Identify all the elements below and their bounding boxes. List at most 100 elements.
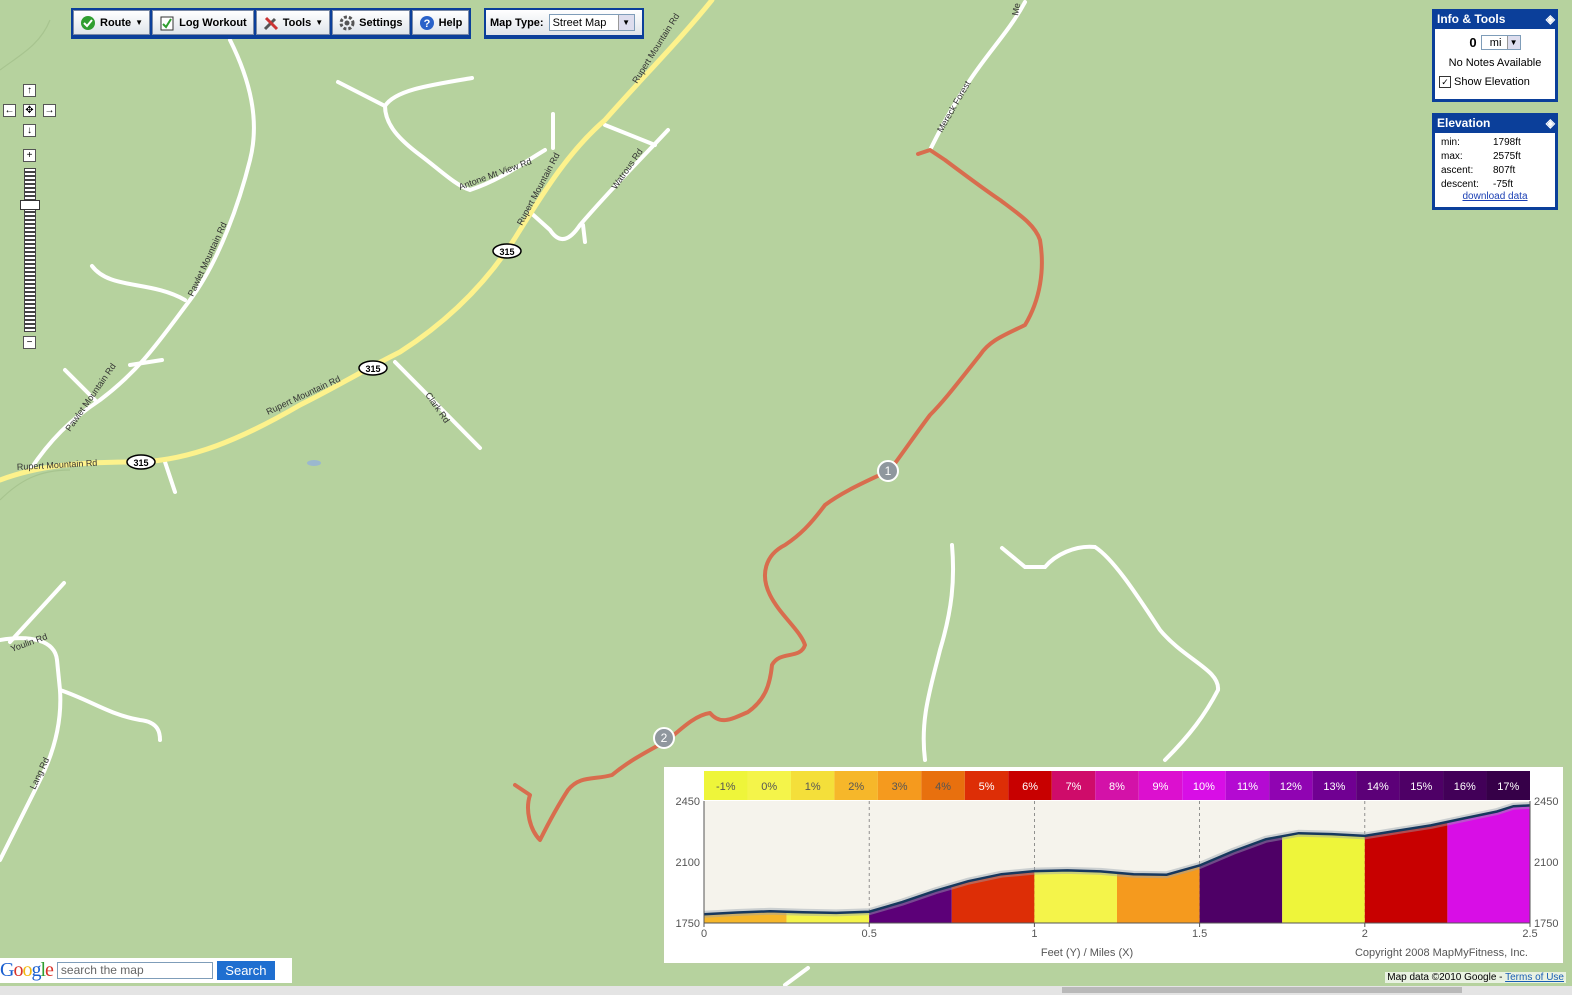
road	[58, 688, 162, 742]
grade-segment	[1034, 870, 1117, 923]
attribution-text: Map data ©2010 Google -	[1387, 972, 1506, 983]
map-attribution: Map data ©2010 Google - Terms of Use	[1385, 972, 1566, 983]
grade-label: 1%	[805, 781, 821, 793]
road-label: Lang Rd	[28, 756, 51, 791]
notes-text: No Notes Available	[1448, 57, 1542, 69]
tools-icon	[263, 15, 279, 31]
x-tick-label: 2	[1362, 928, 1368, 940]
road	[90, 264, 187, 302]
scrollbar-thumb[interactable]	[1062, 987, 1462, 993]
collapse-icon[interactable]: ◈	[1546, 9, 1555, 29]
chevron-down-icon: ▼	[617, 15, 634, 30]
collapse-icon[interactable]: ◈	[1546, 113, 1555, 133]
grade-label: 5%	[979, 781, 995, 793]
road-label: Rupert Mountain Rd	[265, 374, 342, 417]
road-label: Pawlet Mountain Rd	[63, 361, 117, 433]
zoom-out-button[interactable]: −	[23, 336, 36, 349]
x-axis-label: Feet (Y) / Miles (X)	[1041, 947, 1133, 959]
x-tick-label: 0.5	[862, 928, 877, 940]
x-tick-label: 0	[701, 928, 707, 940]
tools-button[interactable]: Tools ▼	[255, 10, 331, 35]
pan-up-button[interactable]: ↑	[23, 84, 36, 97]
y-tick-label: 2100	[1534, 857, 1558, 869]
pan-down-button[interactable]: ↓	[23, 124, 36, 137]
grade-label: 9%	[1153, 781, 1169, 793]
show-elevation-checkbox[interactable]: ✓	[1439, 76, 1451, 88]
grade-label: -1%	[716, 781, 736, 793]
grade-label: 6%	[1022, 781, 1038, 793]
road	[603, 123, 657, 147]
help-button[interactable]: ? Help	[411, 10, 470, 35]
zoom-slider-track[interactable]	[24, 168, 36, 332]
pond	[307, 460, 321, 466]
svg-text:315: 315	[365, 364, 380, 374]
elevation-chart-panel: -1% 0% 1% 2% 3% 4% 5% 6% 7% 8% 9% 10% 11% 12% 13% 14% 15…	[662, 765, 1565, 965]
main-toolbar: Route ▼ Log Workout Tools ▼ Settings ? H…	[71, 8, 472, 39]
road	[163, 460, 177, 494]
chevron-down-icon: ▼	[135, 18, 144, 27]
road	[1000, 544, 1220, 762]
pan-center-button[interactable]: ✥	[23, 104, 36, 117]
grade-label: 11%	[1237, 781, 1258, 793]
svg-text:2: 2	[661, 731, 668, 745]
search-input[interactable]: search the map	[56, 962, 213, 979]
search-button[interactable]: Search	[216, 961, 275, 980]
road	[336, 76, 474, 109]
map-type-select[interactable]: Street Map ▼	[548, 14, 635, 31]
clipboard-icon	[159, 15, 175, 31]
route-button[interactable]: Route ▼	[73, 10, 151, 35]
pan-left-button[interactable]: ←	[3, 104, 16, 117]
map-type-value: Street Map	[552, 16, 607, 29]
stat-value: 807ft	[1493, 164, 1516, 176]
horizontal-scrollbar[interactable]	[0, 986, 1572, 995]
y-tick-label: 1750	[1534, 918, 1558, 930]
grade-label: 2%	[848, 781, 864, 793]
mile-marker-1[interactable]: 1	[877, 460, 899, 482]
route-line	[513, 148, 1044, 842]
distance-value: 0	[1469, 35, 1477, 50]
zoom-in-button[interactable]: +	[23, 149, 36, 162]
help-label: Help	[438, 16, 463, 29]
tools-label: Tools	[282, 16, 312, 29]
zoom-slider-handle[interactable]	[20, 200, 40, 210]
settings-button[interactable]: Settings	[332, 10, 410, 35]
elevation-title: Elevation	[1437, 116, 1491, 130]
pan-right-button[interactable]: →	[43, 104, 56, 117]
route-label: Route	[100, 16, 132, 29]
grade-label: 0%	[761, 781, 777, 793]
map-type-control: Map Type: Street Map ▼	[484, 8, 644, 39]
unit-select[interactable]: mi ▼	[1480, 35, 1521, 50]
stream	[0, 19, 51, 71]
center-icon: ✥	[25, 105, 34, 116]
road	[28, 38, 256, 472]
stat-value: 2575ft	[1493, 150, 1521, 162]
elevation-stats: min: 1798ft max: 2575ft ascent: 807ft desce…	[1439, 135, 1523, 191]
log-workout-button[interactable]: Log Workout	[152, 10, 254, 35]
road-label: Mereck Forest	[935, 79, 973, 134]
grade-segment	[1282, 833, 1365, 923]
road	[921, 543, 956, 762]
grade-label: 7%	[1066, 781, 1082, 793]
route-shield: 315	[358, 360, 388, 376]
grade-label: 8%	[1109, 781, 1125, 793]
road-label: Antone Mt View Rd	[457, 156, 533, 192]
mile-marker-2[interactable]: 2	[653, 727, 675, 749]
road-label: Clark Rd	[423, 390, 451, 424]
road	[581, 223, 587, 244]
grade-label: 14%	[1367, 781, 1389, 793]
minus-icon: −	[26, 337, 33, 348]
gear-icon	[339, 15, 355, 31]
road	[128, 358, 164, 367]
x-tick-label: 2.5	[1522, 928, 1537, 940]
road-label: Watrous Rd	[609, 147, 644, 191]
stat-label: min:	[1441, 136, 1460, 148]
checkmark-icon	[80, 15, 96, 31]
x-tick-label: 1.5	[1192, 928, 1207, 940]
elevation-chart[interactable]: -1% 0% 1% 2% 3% 4% 5% 6% 7% 8% 9% 10% 11% 12% 13% 14% 15…	[664, 767, 1563, 963]
chevron-down-icon: ▼	[1506, 36, 1520, 49]
download-data-link[interactable]: download data	[1462, 191, 1527, 202]
terms-of-use-link[interactable]: Terms of Use	[1505, 972, 1564, 983]
x-tick-label: 1	[1031, 928, 1037, 940]
google-logo: Google	[0, 959, 54, 981]
y-tick-label: 1750	[676, 918, 700, 930]
